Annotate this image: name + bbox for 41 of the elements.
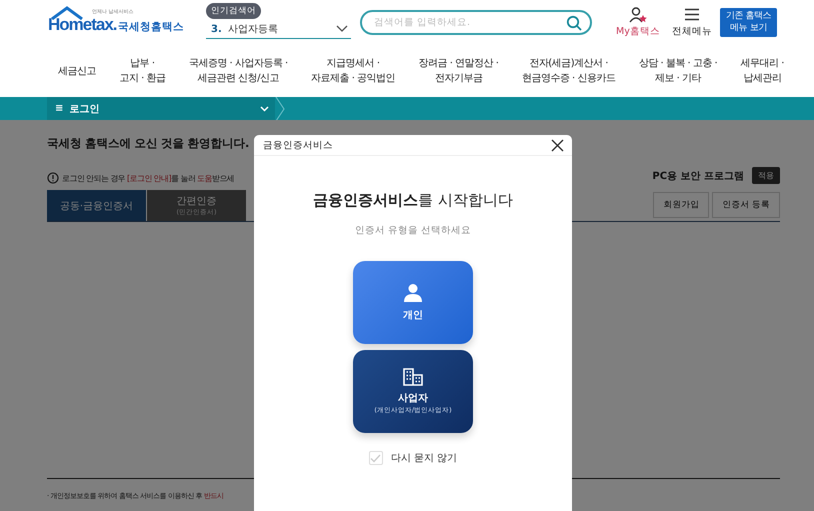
dont-ask-checkbox[interactable] xyxy=(368,451,383,465)
close-icon[interactable] xyxy=(551,138,564,152)
chevron-down-icon xyxy=(260,106,269,112)
nav-menu-item[interactable]: 세무대리 · 납세관리 xyxy=(740,56,784,86)
menu-icon xyxy=(684,8,700,20)
login-tab[interactable]: 공동·금융인증서 xyxy=(47,190,146,221)
nav-menu-item[interactable]: 국세증명 · 사업자등록 · 세금관련 신청/신고 xyxy=(188,56,288,86)
info-icon xyxy=(47,172,59,184)
account-button[interactable]: 회원가입 xyxy=(653,192,710,218)
nav-menu-item[interactable]: 납부 · 고지 · 환급 xyxy=(119,56,166,86)
classic-menu-button[interactable]: 기존 홈택스 메뉴 보기 xyxy=(720,8,778,38)
nav-menu-item[interactable]: 상담 · 불복 · 고충 · 제보 · 기타 xyxy=(638,56,718,86)
nav-menu-item[interactable]: 지급명세서 · 자료제출 · 공익법인 xyxy=(311,56,396,86)
security-program-label: PC용 보안 프로그램 xyxy=(652,170,744,182)
chevron-down-icon xyxy=(336,25,348,33)
search-input[interactable]: 검색어를 입력하세요. xyxy=(372,16,566,29)
nav-menu-item[interactable]: 장려금 · 연말정산 · 전자기부금 xyxy=(418,56,498,86)
nav-menu-item[interactable]: 세금신고 xyxy=(58,64,96,78)
dont-ask-label: 다시 묻지 않기 xyxy=(390,452,458,465)
login-help-notice: 로그인 안되는 경우 [로그인 안내]를 눌러 도움받으세 xyxy=(62,172,234,184)
nav-menu-item[interactable]: 전자(세금)계산서 · 현금영수증 · 신용카드 xyxy=(522,56,616,86)
certificate-type-button[interactable]: 개인 xyxy=(353,261,473,344)
welcome-heading: 국세청 홈택스에 오신 것을 환영합니다. xyxy=(47,136,249,151)
house-icon xyxy=(50,6,84,20)
building-icon xyxy=(403,368,423,386)
apply-button[interactable]: 적용 xyxy=(752,167,780,184)
person-star-icon xyxy=(628,7,647,23)
popular-search-badge: 인기검색어 xyxy=(206,2,261,18)
breadcrumb-dropdown[interactable]: ≡ 로그인 xyxy=(47,97,275,120)
account-button[interactable]: 인증서 등록 xyxy=(712,192,780,218)
all-menu-button[interactable]: 전체메뉴 xyxy=(672,8,712,38)
dialog-subtitle: 인증서 유형을 선택하세요 xyxy=(354,224,472,237)
person-icon xyxy=(403,283,423,303)
search-icon[interactable] xyxy=(566,14,582,30)
logo-wordmark: Hometax. xyxy=(48,14,117,34)
popular-search-dropdown[interactable]: 3. 사업자등록 xyxy=(206,20,351,38)
logo-name: 국세청홈택스 xyxy=(118,20,184,34)
my-hometax-link[interactable]: My홈택스 xyxy=(616,7,660,38)
search-field[interactable]: 검색어를 입력하세요. xyxy=(360,10,592,35)
dialog-title: 금융인증서비스 xyxy=(263,138,333,152)
dialog-heading: 금융인증서비스를 시작합니다 xyxy=(313,191,513,210)
